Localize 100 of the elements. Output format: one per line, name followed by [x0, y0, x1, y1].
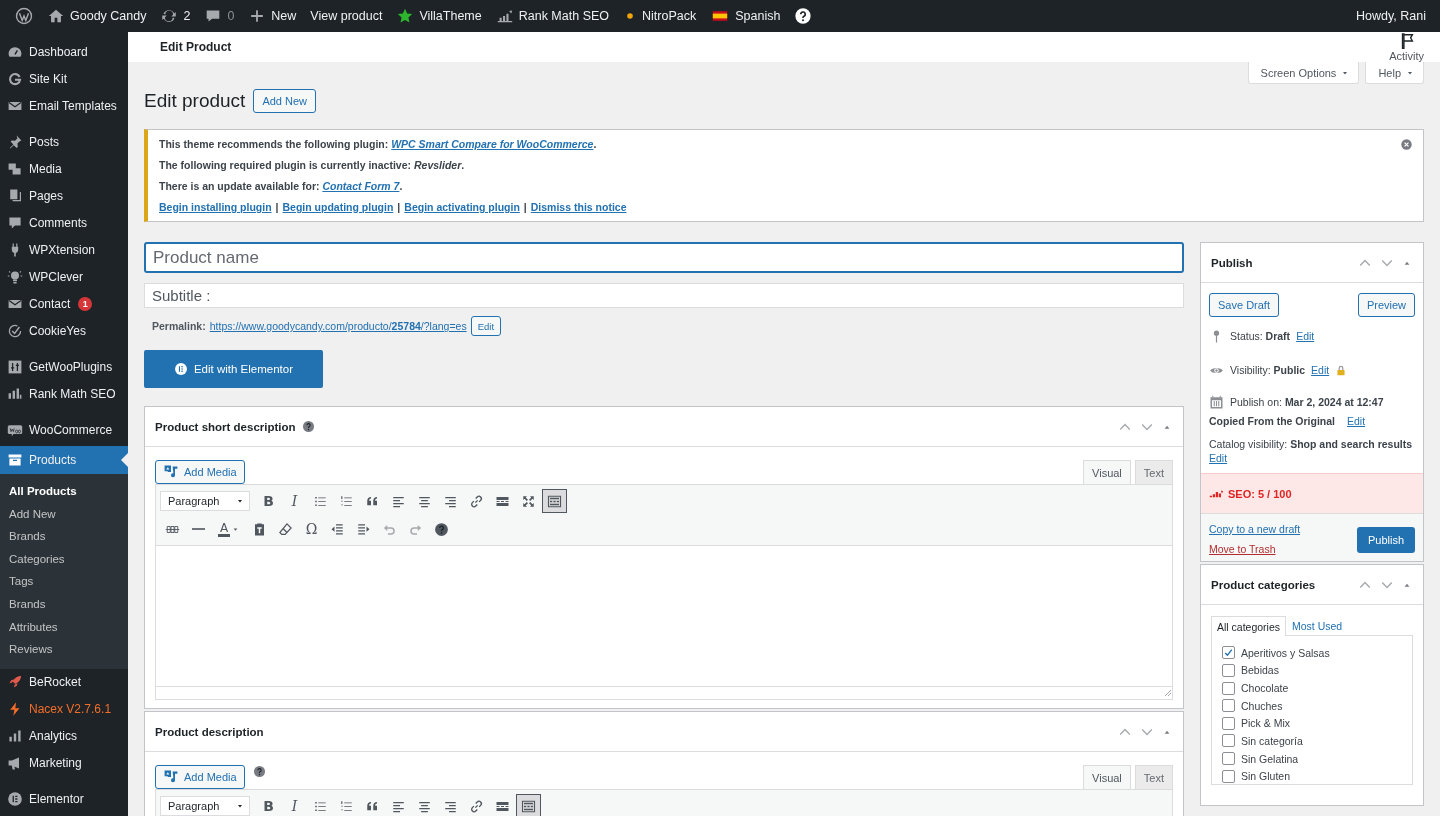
header-title: Edit Product: [160, 40, 232, 54]
format-button[interactable]: B: [256, 489, 281, 513]
resize-handle-icon[interactable]: [1162, 687, 1172, 697]
sidebar-item[interactable]: Site Kit: [0, 65, 128, 92]
sidebar-item[interactable]: Media: [0, 155, 128, 182]
sidebar-item[interactable]: WooCommerce: [0, 416, 128, 443]
toolbar-toggle-button[interactable]: [516, 794, 541, 816]
edit-link[interactable]: Edit: [1296, 330, 1315, 342]
editor-tab[interactable]: Text: [1134, 460, 1173, 484]
checkbox[interactable]: [1222, 646, 1235, 660]
category-tab[interactable]: All categories: [1211, 616, 1287, 636]
save-draft-button[interactable]: Save Draft: [1209, 293, 1279, 317]
notice-action-link[interactable]: Begin activating plugin: [404, 201, 520, 213]
eraser-icon: [278, 521, 293, 537]
speech-bubble-icon: [7, 214, 23, 231]
toolbar-link[interactable]: New: [271, 9, 297, 23]
sidebar-item[interactable]: BeRocket: [0, 668, 128, 696]
format-button[interactable]: I: [282, 794, 307, 816]
notice-action-link[interactable]: Dismiss this notice: [530, 201, 627, 213]
plugin-link[interactable]: Contact Form 7: [322, 180, 400, 192]
sidebar-item[interactable]: Marketing: [0, 749, 128, 777]
help-icon[interactable]: [794, 7, 813, 25]
checkmark-icon: [1223, 646, 1234, 659]
toolbar-link[interactable]: 2: [183, 9, 191, 23]
submenu-item[interactable]: Brands: [0, 592, 128, 616]
toolbar-link[interactable]: 0: [227, 9, 235, 23]
checkbox[interactable]: [1222, 663, 1235, 677]
sidebar-item[interactable]: Nacex V2.7.6.1: [0, 695, 128, 723]
permalink-link[interactable]: https://www.goodycandy.com/producto/25784/?lang=es: [209, 320, 467, 332]
submenu-item[interactable]: Reviews: [0, 638, 128, 661]
edit-permalink-button[interactable]: Edit: [470, 316, 502, 336]
title-field[interactable]: Product name: [144, 242, 1184, 273]
sidebar-item[interactable]: Posts: [0, 128, 128, 155]
format-button[interactable]: Ω: [299, 517, 324, 541]
catalog-visibility-text: Catalog visibility: Shop and search results Edit: [1208, 437, 1414, 466]
edit-link[interactable]: Edit: [1209, 452, 1228, 464]
submenu-item[interactable]: Brands: [0, 525, 128, 548]
sidebar-item[interactable]: Pages: [0, 182, 128, 209]
screen-tab[interactable]: Screen Options: [1247, 62, 1360, 84]
sidebar-item[interactable]: WPClever: [0, 263, 128, 290]
submenu-item[interactable]: Add New: [0, 502, 128, 526]
submenu-item[interactable]: Tags: [0, 570, 128, 593]
submenu-item[interactable]: Attributes: [0, 615, 128, 639]
checkbox[interactable]: [1222, 752, 1235, 766]
add-media-button[interactable]: Add Media: [155, 765, 245, 789]
submenu-item[interactable]: Categories: [0, 547, 128, 571]
toolbar-link[interactable]: NitroPack: [642, 9, 697, 23]
pages-icon: [7, 187, 23, 204]
copied-text: Copied From the Original: [1209, 415, 1335, 427]
toolbar-link[interactable]: Goody Candy: [70, 9, 147, 23]
trash-link[interactable]: Move to Trash: [1209, 543, 1301, 555]
activity-button[interactable]: Activity: [1389, 32, 1424, 62]
logo-icon[interactable]: [15, 7, 33, 25]
sidebar-item[interactable]: Contact 1: [0, 290, 128, 317]
toolbar-link[interactable]: Rank Math SEO: [518, 9, 610, 23]
sidebar-item[interactable]: Comments: [0, 209, 128, 236]
sidebar-item[interactable]: Dashboard: [0, 38, 128, 65]
checkbox[interactable]: [1222, 769, 1235, 783]
checkbox[interactable]: [1222, 681, 1235, 695]
sidebar-item[interactable]: WPXtension: [0, 236, 128, 263]
edit-link[interactable]: Edit: [1311, 364, 1330, 376]
account-menu[interactable]: Howdy, Rani: [1356, 9, 1432, 23]
add-new-button[interactable]: Add New: [253, 89, 317, 113]
indent-icon: [356, 521, 371, 537]
sidebar-item[interactable]: Rank Math SEO: [0, 380, 128, 407]
format-button[interactable]: B: [256, 794, 281, 816]
toolbar-link[interactable]: View product: [310, 9, 383, 23]
checkbox[interactable]: [1222, 716, 1235, 730]
edit-link[interactable]: Edit: [1347, 415, 1366, 427]
submenu-item[interactable]: All Products: [0, 480, 128, 503]
copy-draft-link[interactable]: Copy to a new draft: [1209, 523, 1301, 535]
category-tab[interactable]: Most Used: [1286, 615, 1349, 635]
editor-tab[interactable]: Visual: [1083, 460, 1131, 484]
format-select[interactable]: Paragraph: [160, 491, 250, 511]
toolbar-link[interactable]: Spanish: [735, 9, 781, 23]
checkbox[interactable]: [1222, 699, 1235, 713]
circle-bars-icon: [173, 362, 188, 376]
sidebar-item[interactable]: Elementor: [0, 785, 128, 813]
format-button[interactable]: I: [282, 489, 307, 513]
checkbox[interactable]: [1222, 734, 1235, 748]
add-media-button[interactable]: Add Media: [155, 460, 245, 484]
text-color-button[interactable]: A: [212, 521, 246, 537]
subtitle-field[interactable]: Subtitle :: [144, 283, 1184, 308]
sidebar-item[interactable]: Analytics: [0, 722, 128, 750]
toolbar-link[interactable]: VillaTheme: [419, 9, 482, 23]
preview-button[interactable]: Preview: [1357, 293, 1415, 317]
toolbar-toggle-button[interactable]: [542, 489, 567, 513]
media-icon: [163, 464, 179, 480]
notice-action-link[interactable]: Begin updating plugin: [282, 201, 394, 213]
screen-tab[interactable]: Help: [1365, 62, 1424, 84]
format-select[interactable]: Paragraph: [160, 796, 250, 816]
editor-tab[interactable]: Text: [1134, 765, 1173, 789]
sidebar-item[interactable]: GetWooPlugins: [0, 353, 128, 380]
editor-tab[interactable]: Visual: [1083, 765, 1131, 789]
notice-action-link[interactable]: Begin installing plugin: [159, 201, 272, 213]
sidebar-item[interactable]: CookieYes: [0, 317, 128, 344]
sidebar-item[interactable]: Email Templates: [0, 92, 128, 119]
sidebar-item[interactable]: Products: [0, 446, 128, 474]
publish-button[interactable]: Publish: [1356, 527, 1415, 553]
elementor-button[interactable]: Edit with Elementor: [144, 350, 323, 388]
